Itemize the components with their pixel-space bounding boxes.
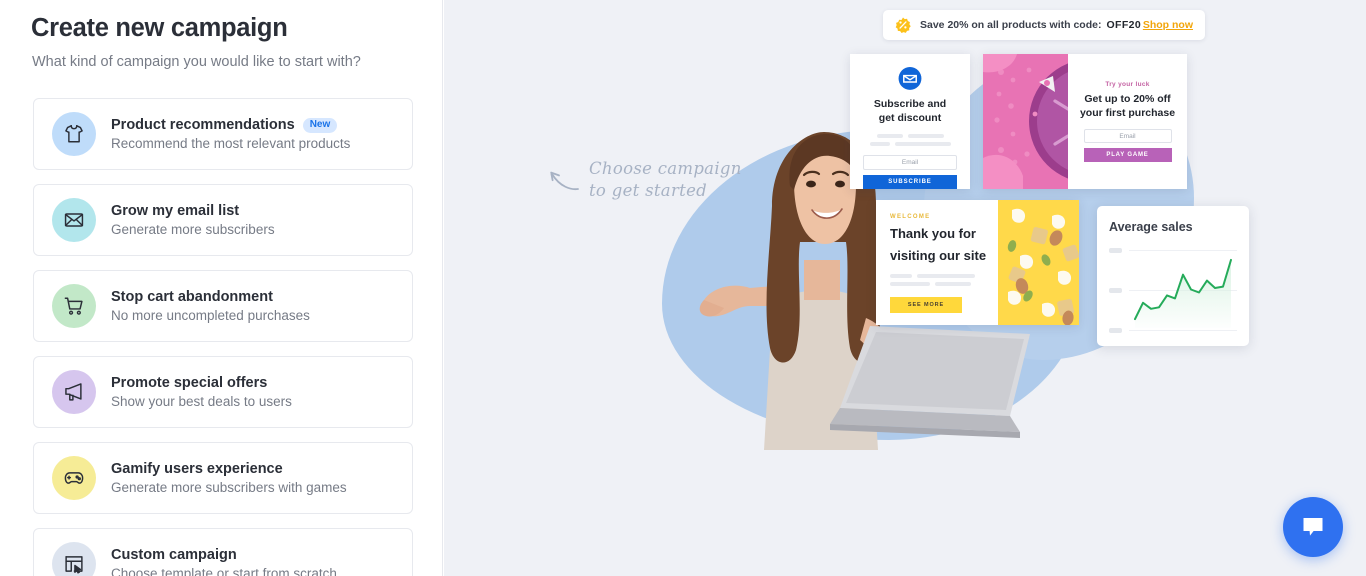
skeleton-row-2 bbox=[890, 281, 998, 286]
skeleton-bar bbox=[917, 273, 975, 278]
skeleton-bar bbox=[907, 134, 944, 139]
popup-title-line-1: Subscribe and bbox=[873, 97, 947, 110]
campaign-title: Product recommendations bbox=[111, 117, 295, 133]
tshirt-icon bbox=[52, 112, 96, 156]
campaign-title: Promote special offers bbox=[111, 375, 268, 391]
campaign-title: Gamify users experience bbox=[111, 461, 283, 477]
shop-now-link[interactable]: Shop now bbox=[1143, 19, 1193, 31]
skeleton-bar bbox=[935, 281, 971, 286]
promo-text: Save 20% on all products with code: bbox=[920, 19, 1102, 31]
card-text: Promote special offers Show your best de… bbox=[111, 375, 292, 409]
play-game-button[interactable]: PLAY GAME bbox=[1083, 148, 1172, 163]
popup-spin-wheel-preview[interactable]: Try your luck Get up to 20% off your fir… bbox=[983, 54, 1187, 189]
page-title: Create new campaign bbox=[31, 14, 288, 42]
campaign-subtitle: Choose template or start from scratch bbox=[111, 566, 337, 576]
campaign-card-grow-email-list[interactable]: Grow my email list Generate more subscri… bbox=[33, 184, 413, 256]
wheel-title-line-2: your first purchase bbox=[1079, 106, 1176, 119]
promo-banner[interactable]: Save 20% on all products with code: OFF2… bbox=[883, 10, 1205, 40]
campaign-picker-panel: Create new campaign What kind of campaig… bbox=[0, 0, 443, 576]
campaign-subtitle: Show your best deals to users bbox=[111, 394, 292, 409]
card-title-row: Gamify users experience bbox=[111, 461, 347, 477]
wheel-title-line-1: Get up to 20% off bbox=[1084, 92, 1171, 105]
skeleton-bar bbox=[894, 142, 951, 147]
spin-wheel-form: Try your luck Get up to 20% off your fir… bbox=[1068, 54, 1187, 189]
skeleton-bar bbox=[890, 281, 930, 286]
food-photo-graphic bbox=[998, 200, 1079, 325]
sales-line-chart bbox=[1134, 258, 1232, 328]
campaign-list: Product recommendations New Recommend th… bbox=[33, 98, 413, 576]
skeleton-row-1 bbox=[876, 134, 944, 139]
popup-subscribe-preview[interactable]: Subscribe and get discount Email SUBSCRI… bbox=[850, 54, 970, 189]
skeleton-row-1 bbox=[890, 273, 998, 278]
wheel-kicker: Try your luck bbox=[1105, 80, 1150, 88]
campaign-subtitle: Recommend the most relevant products bbox=[111, 136, 351, 151]
shopping-cart-icon bbox=[52, 284, 96, 328]
card-text: Product recommendations New Recommend th… bbox=[111, 117, 350, 151]
campaign-subtitle: Generate more subscribers with games bbox=[111, 480, 347, 495]
promo-code: OFF20 bbox=[1106, 19, 1142, 31]
skeleton-bar bbox=[869, 142, 890, 147]
card-text: Custom campaign Choose template or start… bbox=[111, 547, 337, 576]
wheel-email-input[interactable]: Email bbox=[1083, 129, 1172, 144]
custom-layout-icon bbox=[52, 542, 96, 576]
card-text: Grow my email list Generate more subscri… bbox=[111, 203, 275, 237]
chat-widget-button[interactable] bbox=[1283, 497, 1343, 557]
campaign-card-custom-campaign[interactable]: Custom campaign Choose template or start… bbox=[33, 528, 413, 576]
campaign-title: Stop cart abandonment bbox=[111, 289, 273, 305]
skeleton-bar bbox=[890, 273, 912, 278]
campaign-subtitle: Generate more subscribers bbox=[111, 222, 275, 237]
campaign-title: Grow my email list bbox=[111, 203, 240, 219]
y-axis-tick-placeholder bbox=[1109, 248, 1122, 253]
thank-you-title-line-1: Thank you for bbox=[890, 226, 976, 241]
popup-thank-you-preview[interactable]: WELCOME Thank you for visiting our site … bbox=[876, 200, 1079, 325]
campaign-card-stop-cart-abandonment[interactable]: Stop cart abandonment No more uncomplete… bbox=[33, 270, 413, 342]
popup-title-line-2: get discount bbox=[878, 112, 942, 125]
gamepad-icon bbox=[52, 456, 96, 500]
card-title-row: Custom campaign bbox=[111, 547, 337, 563]
envelope-icon bbox=[52, 198, 96, 242]
card-title-row: Promote special offers bbox=[111, 375, 292, 391]
campaign-card-promote-special-offers[interactable]: Promote special offers Show your best de… bbox=[33, 356, 413, 428]
see-more-button[interactable]: SEE MORE bbox=[890, 296, 962, 313]
thank-you-title-line-2: visiting our site bbox=[890, 247, 987, 263]
curved-arrow-left-icon bbox=[550, 171, 579, 191]
campaign-subtitle: No more uncompleted purchases bbox=[111, 308, 310, 323]
campaign-card-product-recommendations[interactable]: Product recommendations New Recommend th… bbox=[33, 98, 413, 170]
card-title-row: Stop cart abandonment bbox=[111, 289, 310, 305]
campaign-title: Custom campaign bbox=[111, 547, 237, 563]
envelope-circle-icon bbox=[898, 67, 922, 90]
card-title-row: Grow my email list bbox=[111, 203, 275, 219]
card-text: Stop cart abandonment No more uncomplete… bbox=[111, 289, 310, 323]
subscribe-button[interactable]: SUBSCRIBE bbox=[863, 174, 957, 189]
card-text: Gamify users experience Generate more su… bbox=[111, 461, 347, 495]
page-subtitle: What kind of campaign you would like to … bbox=[32, 54, 361, 70]
campaign-card-gamify-users-experience[interactable]: Gamify users experience Generate more su… bbox=[33, 442, 413, 514]
y-axis-tick-placeholder bbox=[1109, 328, 1122, 333]
new-badge: New bbox=[302, 117, 338, 133]
y-axis-tick-placeholder bbox=[1109, 288, 1122, 293]
percent-badge-icon bbox=[895, 17, 911, 33]
subscribe-email-input[interactable]: Email bbox=[863, 155, 957, 170]
skeleton-bar bbox=[876, 134, 903, 139]
card-title-row: Product recommendations New bbox=[111, 117, 350, 133]
average-sales-card[interactable]: Average sales bbox=[1097, 206, 1249, 346]
chart-plot-area bbox=[1109, 248, 1237, 334]
spin-wheel-graphic bbox=[983, 54, 1068, 189]
chart-area-fill bbox=[1135, 259, 1231, 328]
thank-you-content: WELCOME Thank you for visiting our site … bbox=[876, 200, 998, 325]
thank-you-kicker: WELCOME bbox=[890, 214, 931, 220]
laptop-illustration bbox=[830, 326, 1030, 438]
illustration-panel: Choose campaign to get started Save 20% … bbox=[444, 0, 1366, 576]
chat-bubble-icon bbox=[1303, 518, 1323, 536]
skeleton-row-2 bbox=[869, 142, 951, 147]
chart-title: Average sales bbox=[1109, 220, 1193, 234]
megaphone-icon bbox=[52, 370, 96, 414]
